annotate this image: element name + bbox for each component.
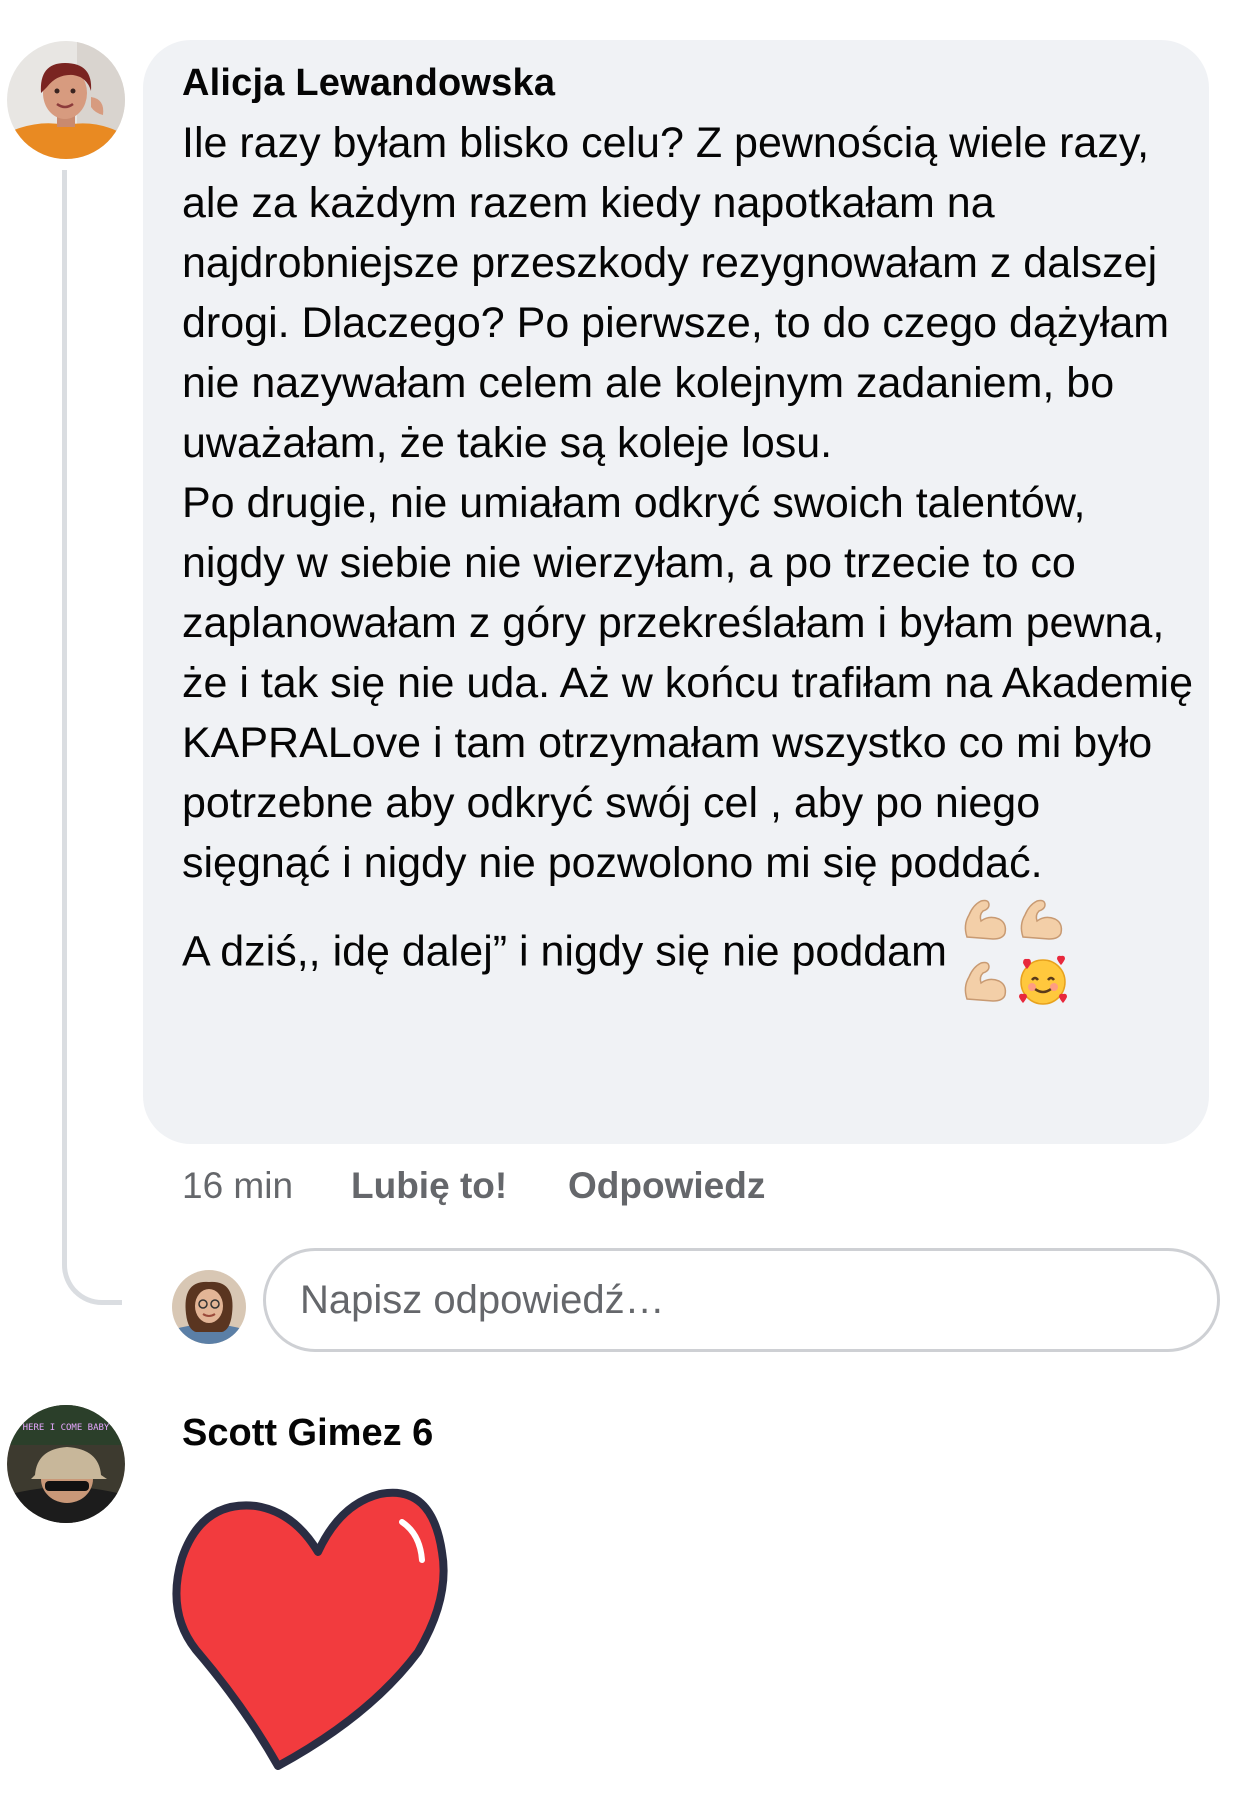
- comment-body: Ile razy byłam blisko celu? Z pewnością …: [182, 119, 1194, 976]
- current-user-avatar: [172, 1270, 246, 1344]
- comment-timestamp: 16 min: [182, 1165, 294, 1206]
- avatar-alicja[interactable]: [7, 41, 125, 159]
- red-heart-icon: [172, 1488, 448, 1770]
- comment2-author-name[interactable]: Scott Gimez 6: [182, 1412, 433, 1455]
- smiling-face-with-hearts-icon: [1018, 955, 1067, 1005]
- comment-text: Ile razy byłam blisko celu? Z pewnością …: [182, 113, 1197, 1015]
- reply-input[interactable]: [263, 1248, 1220, 1352]
- flexed-biceps-icon: [964, 961, 1006, 1002]
- comment-author-name[interactable]: Alicja Lewandowska: [182, 62, 555, 105]
- reply-button[interactable]: Odpowiedz: [568, 1165, 765, 1207]
- profile-photo-icon: [7, 41, 125, 159]
- profile-photo-icon: [172, 1270, 246, 1344]
- thread-connector-line: [62, 170, 122, 1305]
- heart-sticker: [170, 1480, 450, 1780]
- flexed-biceps-icon: [964, 899, 1006, 940]
- emoji-group: [959, 893, 1071, 1015]
- avatar-caption: HERE I COME BABY: [22, 1423, 110, 1433]
- flexed-biceps-icon: [1020, 899, 1062, 940]
- like-button[interactable]: Lubię to!: [351, 1165, 507, 1207]
- avatar-scott[interactable]: HERE I COME BABY: [7, 1405, 125, 1523]
